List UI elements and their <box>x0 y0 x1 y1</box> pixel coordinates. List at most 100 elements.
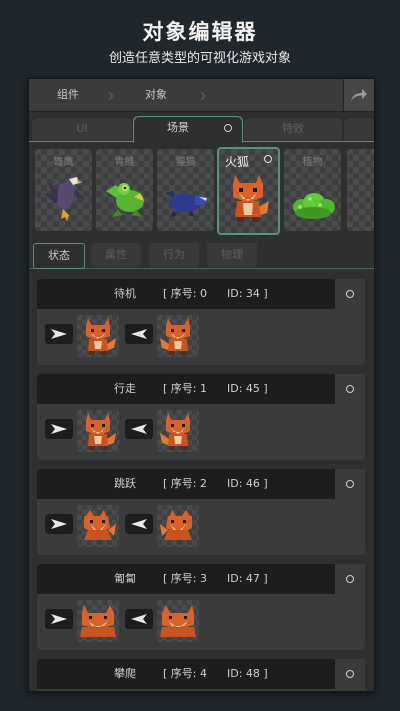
animation-header: 行走 [ 序号: 1 ID: 45 ] <box>37 374 335 404</box>
fox-frame-icon <box>84 510 116 540</box>
arrow-left-icon <box>131 519 147 529</box>
animation-index: [ 序号: 3 <box>163 572 207 585</box>
chevron-right-icon: › <box>199 83 207 107</box>
arrow-left-icon <box>131 329 147 339</box>
share-icon <box>351 89 367 101</box>
options-icon <box>346 290 354 298</box>
animation-index: [ 序号: 0 <box>163 287 207 300</box>
eagle-sprite-icon <box>43 177 85 221</box>
page-title: 对象编辑器 <box>142 20 258 44</box>
play-left-button[interactable] <box>125 609 153 629</box>
options-icon[interactable] <box>264 155 272 163</box>
breadcrumb: 组件 › 对象 › <box>29 79 374 112</box>
animation-card[interactable]: 匍匐 [ 序号: 3 ID: 47 ] <box>37 564 365 650</box>
sprite-eagle[interactable]: 雄鹰 <box>35 149 92 231</box>
animation-frame[interactable] <box>77 410 119 452</box>
fox-frame-icon <box>160 605 196 637</box>
animation-card[interactable]: 行走 [ 序号: 1 ID: 45 ] <box>37 374 365 460</box>
animation-name: 匍匐 <box>114 572 136 585</box>
animation-options-button[interactable] <box>335 374 365 404</box>
sprite-list: 雄鹰 青蛙 獾猫 火狐 植物 <box>29 145 374 235</box>
sprite-frog[interactable]: 青蛙 <box>96 149 153 231</box>
animation-frame[interactable] <box>157 600 199 642</box>
category-tabs: UI 场景 特效 <box>29 115 374 143</box>
options-icon <box>346 670 354 678</box>
options-icon[interactable] <box>224 124 232 132</box>
animation-id: ID: 34 ] <box>227 287 268 300</box>
arrow-left-icon <box>131 614 147 624</box>
animation-index: [ 序号: 1 <box>163 382 207 395</box>
options-icon <box>346 385 354 393</box>
arrow-right-icon <box>51 329 67 339</box>
fox-frame-icon <box>86 318 116 355</box>
arrow-right-icon <box>51 424 67 434</box>
tab-scene[interactable]: 场景 <box>133 116 243 143</box>
options-icon <box>346 480 354 488</box>
animation-options-button[interactable] <box>335 469 365 499</box>
tab-physics[interactable]: 物理 <box>207 243 257 267</box>
animation-options-button[interactable] <box>335 564 365 594</box>
animation-frame[interactable] <box>77 505 119 547</box>
chevron-right-icon: › <box>107 83 115 107</box>
fox-frame-icon <box>160 318 190 355</box>
plant-sprite-icon <box>293 193 335 219</box>
arrow-right-icon <box>51 519 67 529</box>
animation-frame[interactable] <box>157 410 199 452</box>
animation-frame[interactable] <box>157 315 199 357</box>
tab-ui[interactable]: UI <box>31 117 133 140</box>
tab-effects[interactable]: 特效 <box>243 117 343 140</box>
animation-id: ID: 45 ] <box>227 382 268 395</box>
play-right-button[interactable] <box>45 514 73 534</box>
breadcrumb-item-object[interactable]: 对象 <box>145 79 167 111</box>
animation-frame[interactable] <box>77 600 119 642</box>
page-subtitle: 创造任意类型的可视化游戏对象 <box>108 51 291 66</box>
fox-frame-icon <box>160 510 192 540</box>
tab-underline <box>29 268 374 269</box>
fox-frame-icon <box>160 413 190 450</box>
animation-options-button[interactable] <box>335 279 365 309</box>
breadcrumb-item-components[interactable]: 组件 <box>57 79 79 111</box>
arrow-right-icon <box>51 614 67 624</box>
play-left-button[interactable] <box>125 324 153 344</box>
share-button[interactable] <box>343 79 374 111</box>
animation-index: [ 序号: 2 <box>163 477 207 490</box>
sprite-fox[interactable]: 火狐 <box>217 147 280 235</box>
sprite-more[interactable] <box>347 149 374 231</box>
play-right-button[interactable] <box>45 609 73 629</box>
animation-id: ID: 48 ] <box>227 667 268 680</box>
animation-header: 匍匐 [ 序号: 3 ID: 47 ] <box>37 564 335 594</box>
animation-id: ID: 46 ] <box>227 477 268 490</box>
animation-name: 跳跃 <box>114 477 136 490</box>
fox-sprite-icon <box>233 175 269 222</box>
animation-name: 待机 <box>114 287 136 300</box>
animation-card[interactable]: 待机 [ 序号: 0 ID: 34 ] <box>37 279 365 365</box>
sprite-plant[interactable]: 植物 <box>284 149 341 231</box>
tab-behavior[interactable]: 行为 <box>149 243 199 267</box>
animation-header: 待机 [ 序号: 0 ID: 34 ] <box>37 279 335 309</box>
animation-frame[interactable] <box>77 315 119 357</box>
animation-name: 攀爬 <box>114 667 136 680</box>
fox-frame-icon <box>80 605 116 637</box>
sprite-badger[interactable]: 獾猫 <box>157 149 214 231</box>
play-left-button[interactable] <box>125 514 153 534</box>
play-left-button[interactable] <box>125 419 153 439</box>
state-tabs: 状态 属性 行为 物理 <box>29 239 374 269</box>
tab-properties[interactable]: 属性 <box>91 243 141 267</box>
animation-frame[interactable] <box>157 505 199 547</box>
animation-name: 行走 <box>114 382 136 395</box>
arrow-left-icon <box>131 424 147 434</box>
play-right-button[interactable] <box>45 324 73 344</box>
animation-card[interactable]: 攀爬 [ 序号: 4 ID: 48 ] <box>37 659 365 691</box>
tab-more[interactable] <box>343 117 374 140</box>
tab-state[interactable]: 状态 <box>33 243 85 269</box>
play-right-button[interactable] <box>45 419 73 439</box>
animation-options-button[interactable] <box>335 659 365 689</box>
badger-sprite-icon <box>165 191 207 217</box>
options-icon <box>346 575 354 583</box>
animation-header: 跳跃 [ 序号: 2 ID: 46 ] <box>37 469 335 499</box>
animation-id: ID: 47 ] <box>227 572 268 585</box>
animation-header: 攀爬 [ 序号: 4 ID: 48 ] <box>37 659 335 689</box>
animation-card[interactable]: 跳跃 [ 序号: 2 ID: 46 ] <box>37 469 365 555</box>
fox-frame-icon <box>86 413 116 450</box>
frog-sprite-icon <box>106 183 144 217</box>
